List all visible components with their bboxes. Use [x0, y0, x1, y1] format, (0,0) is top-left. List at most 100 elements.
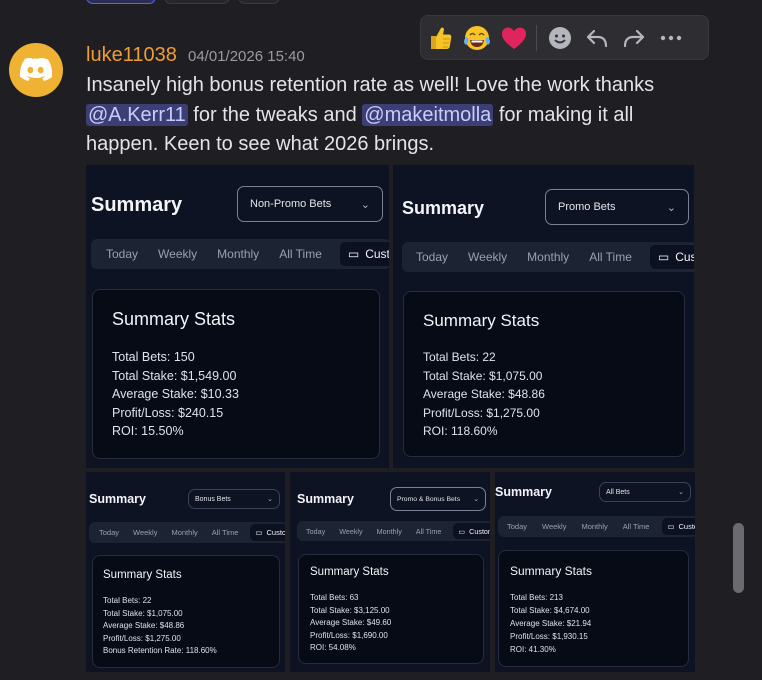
bet-type-dropdown[interactable]: Promo & Bonus Bets ⌄ [390, 487, 486, 511]
tab-monthly[interactable]: Monthly [525, 250, 571, 264]
dropdown-value: Non-Promo Bets [250, 198, 332, 210]
tab-today[interactable]: Today [104, 247, 140, 261]
tab-today[interactable]: Today [414, 250, 450, 264]
dropdown-value: Promo & Bonus Bets [397, 495, 461, 503]
toolbar-divider [536, 24, 537, 51]
card-title: Summary Stats [310, 566, 389, 578]
stat-average-stake: Average Stake: $48.86 [423, 387, 545, 401]
tab-all-time[interactable]: All Time [587, 250, 634, 264]
message-username[interactable]: luke11038 [86, 44, 177, 67]
react-heart-button[interactable] [495, 15, 532, 60]
stat-bonus-retention-rate: Bonus Retention Rate: 118.60% [103, 646, 217, 655]
tab-monthly[interactable]: Monthly [215, 247, 261, 261]
forward-icon [623, 29, 644, 47]
summary-heading: Summary [89, 492, 146, 506]
card-title: Summary Stats [112, 309, 236, 329]
bet-type-dropdown[interactable]: Non-Promo Bets ⌄ [237, 186, 383, 222]
summary-heading: Summary [495, 485, 552, 499]
tab-today[interactable]: Today [97, 528, 121, 537]
time-range-tabs: Today Weekly Monthly All Time ▭ Custom [402, 242, 694, 272]
stat-total-stake: Total Stake: $1,075.00 [423, 368, 543, 383]
time-range-tabs: Today Weekly Monthly All Time ▭Custom [498, 516, 695, 537]
tab-all-time[interactable]: All Time [210, 528, 241, 537]
stats-list: Total Bets: 22 Total Stake: $1,075.00 Av… [423, 348, 545, 441]
tab-all-time[interactable]: All Time [621, 522, 652, 531]
discord-chat-view: luke11038 04/01/2026 15:40 Insanely high… [0, 0, 762, 680]
calendar-icon: ▭ [347, 247, 360, 261]
tab-monthly[interactable]: Monthly [579, 522, 609, 531]
stats-list: Total Bets: 150 Total Stake: $1,549.00 A… [112, 348, 239, 441]
tab-all-time[interactable]: All Time [277, 247, 324, 261]
summary-stats-card: Summary Stats Total Bets: 213 Total Stak… [498, 550, 689, 667]
tab-today[interactable]: Today [304, 527, 327, 536]
tab-all-time[interactable]: All Time [414, 527, 444, 536]
chevron-down-icon: ⌄ [678, 489, 684, 496]
attachment-image[interactable]: Summary All Bets ⌄ Today Weekly Monthly … [495, 472, 695, 672]
tab-monthly[interactable]: Monthly [375, 527, 404, 536]
stat-total-stake: Total Stake: $1,549.00 [112, 368, 237, 383]
card-title: Summary Stats [423, 311, 540, 330]
bet-type-dropdown[interactable]: Bonus Bets ⌄ [188, 489, 280, 509]
stat-total-bets: Total Bets: 22 [103, 596, 152, 605]
stats-list: Total Bets: 22 Total Stake: $1,075.00 Av… [103, 595, 217, 658]
time-range-tabs: Today Weekly Monthly All Time ▭Custom [89, 522, 285, 543]
stat-profit-loss: Profit/Loss: $1,930.15 [510, 632, 588, 641]
chevron-down-icon: ⌄ [473, 496, 479, 503]
stat-roi: ROI: 41.30% [510, 645, 556, 654]
previous-reaction-pill[interactable] [164, 0, 230, 4]
forward-button[interactable] [615, 15, 652, 60]
user-mention[interactable]: @makeitmolla [362, 103, 494, 126]
tab-custom-label: Custom [675, 250, 694, 264]
calendar-icon: ▭ [657, 250, 670, 264]
scrollbar-thumb[interactable] [733, 523, 744, 593]
stat-roi: ROI: 118.60% [423, 424, 498, 438]
message-timestamp[interactable]: 04/01/2026 15:40 [188, 48, 305, 65]
tab-weekly[interactable]: Weekly [540, 522, 568, 531]
react-thumbs-up-button[interactable] [421, 15, 458, 60]
red-heart-emoji-icon [501, 27, 526, 49]
bet-type-dropdown[interactable]: Promo Bets ⌄ [545, 189, 689, 225]
stat-roi: ROI: 54.08% [310, 643, 356, 652]
previous-reaction-pill[interactable] [86, 0, 156, 4]
chevron-down-icon: ⌄ [666, 201, 676, 214]
attachment-image[interactable]: Summary Promo & Bonus Bets ⌄ Today Weekl… [290, 472, 490, 672]
stat-profit-loss: Profit/Loss: $240.15 [112, 405, 224, 420]
avatar[interactable] [9, 43, 63, 97]
user-mention[interactable]: @A.Kerr11 [86, 103, 188, 126]
reply-button[interactable] [578, 15, 615, 60]
stat-total-stake: Total Stake: $4,674.00 [510, 606, 590, 615]
tab-weekly[interactable]: Weekly [466, 250, 509, 264]
card-title: Summary Stats [103, 569, 182, 581]
tab-custom[interactable]: ▭Custom [339, 242, 389, 266]
chevron-down-icon: ⌄ [267, 496, 273, 503]
tab-custom[interactable]: ▭Custom [250, 524, 285, 541]
tab-monthly[interactable]: Monthly [169, 528, 199, 537]
attachment-image[interactable]: Summary Bonus Bets ⌄ Today Weekly Monthl… [86, 472, 285, 672]
summary-heading: Summary [402, 198, 485, 218]
stat-roi: ROI: 15.50% [112, 424, 184, 438]
tab-weekly[interactable]: Weekly [156, 247, 199, 261]
calendar-icon: ▭ [458, 526, 466, 536]
tab-custom[interactable]: ▭Custom [453, 523, 490, 539]
stat-total-bets: Total Bets: 213 [510, 593, 563, 602]
stat-average-stake: Average Stake: $21.94 [510, 619, 592, 628]
previous-reaction-pill[interactable] [238, 0, 280, 4]
stat-average-stake: Average Stake: $49.60 [310, 618, 392, 627]
more-options-button[interactable] [652, 15, 689, 60]
tab-weekly[interactable]: Weekly [337, 527, 364, 536]
message-text: Insanely high bonus retention rate as we… [86, 74, 655, 96]
tab-custom[interactable]: ▭Custom [662, 518, 695, 535]
time-range-tabs: Today Weekly Monthly All Time ▭Custom [91, 239, 389, 269]
thumbs-up-emoji-icon [430, 27, 451, 49]
attachment-image[interactable]: Summary Non-Promo Bets ⌄ Today Weekly Mo… [86, 165, 389, 468]
tab-custom[interactable]: ▭ Custom [649, 245, 694, 269]
add-reaction-button[interactable] [541, 15, 578, 60]
bet-type-dropdown[interactable]: All Bets ⌄ [599, 482, 691, 502]
react-tears-of-joy-button[interactable] [458, 15, 495, 60]
attachment-image[interactable]: Summary Promo Bets ⌄ Today Weekly Monthl… [393, 165, 694, 468]
calendar-icon: ▭ [255, 527, 263, 537]
summary-stats-card: Summary Stats Total Bets: 22 Total Stake… [92, 555, 280, 668]
tab-today[interactable]: Today [505, 522, 529, 531]
stats-list: Total Bets: 63 Total Stake: $3,125.00 Av… [310, 592, 391, 655]
tab-weekly[interactable]: Weekly [131, 528, 159, 537]
